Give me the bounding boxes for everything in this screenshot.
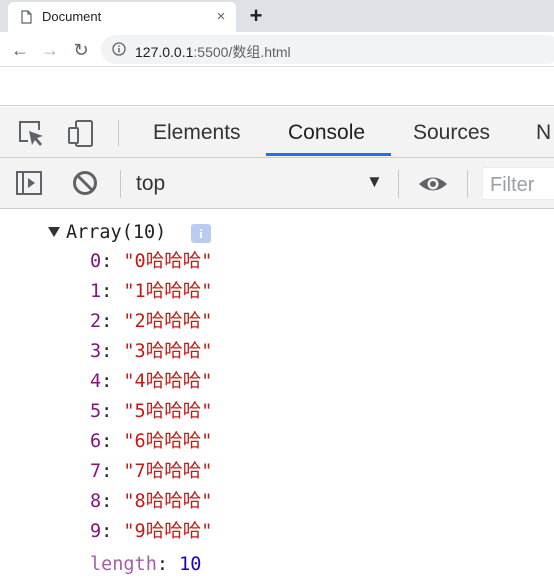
entry-key: 6 [90, 431, 102, 452]
close-tab-icon[interactable]: × [212, 8, 230, 26]
length-value: 10 [179, 554, 202, 575]
device-toolbar-icon[interactable] [67, 119, 95, 147]
url-text: 127.0.0.1:5500/数组.html [135, 42, 291, 62]
entry-value: "2哈哈哈" [123, 311, 213, 332]
entry-value: "4哈哈哈" [123, 371, 213, 392]
array-entry: 6: "6哈哈哈" [90, 431, 213, 452]
entry-value: "1哈哈哈" [123, 281, 213, 302]
filter-placeholder: Filter [490, 174, 535, 196]
array-entry: 2: "2哈哈哈" [90, 311, 213, 332]
entry-key: 8 [90, 491, 102, 512]
forward-button[interactable]: → [39, 39, 61, 61]
console-output: Array(10) i 0: "0哈哈哈" 1: "1哈哈哈" 2: "2哈哈哈… [0, 210, 554, 583]
entry-value: "7哈哈哈" [123, 461, 213, 482]
active-tab-indicator [266, 153, 391, 156]
entry-value: "9哈哈哈" [123, 521, 213, 542]
document-icon [21, 10, 32, 24]
expand-triangle-icon[interactable] [48, 227, 60, 237]
browser-tab[interactable]: Document × [8, 2, 236, 32]
reload-button[interactable]: ↻ [70, 39, 92, 61]
page-viewport [0, 68, 554, 106]
sidebar-toggle-icon[interactable] [15, 169, 43, 197]
back-button[interactable]: ← [9, 39, 31, 61]
toolbar-divider [398, 170, 399, 198]
array-entry: 9: "9哈哈哈" [90, 521, 213, 542]
info-icon[interactable]: i [191, 224, 211, 243]
entry-key: 4 [90, 371, 102, 392]
tab-elements[interactable]: Elements [153, 121, 241, 145]
toolbar-divider [467, 170, 468, 198]
tab-network-truncated[interactable]: N [536, 121, 551, 145]
entry-key: 3 [90, 341, 102, 362]
entry-value: "5哈哈哈" [123, 401, 213, 422]
tab-title: Document [42, 9, 102, 24]
inspect-element-icon[interactable] [17, 119, 45, 147]
entry-value: "6哈哈哈" [123, 431, 213, 452]
array-entry: 5: "5哈哈哈" [90, 401, 213, 422]
array-entry: 8: "8哈哈哈" [90, 491, 213, 512]
array-entry: 4: "4哈哈哈" [90, 371, 213, 392]
length-entry: length: 10 [90, 554, 202, 575]
entry-value: "8哈哈哈" [123, 491, 213, 512]
url-path: :5500/数组.html [193, 44, 291, 60]
address-bar[interactable]: 127.0.0.1:5500/数组.html [101, 35, 554, 64]
chevron-down-icon[interactable]: ▼ [366, 172, 383, 192]
tab-console[interactable]: Console [288, 121, 365, 145]
site-info-icon[interactable] [112, 42, 126, 56]
array-entry: 0: "0哈哈哈" [90, 251, 213, 272]
eye-icon[interactable] [418, 170, 448, 198]
entry-key: 0 [90, 251, 102, 272]
array-entry: 1: "1哈哈哈" [90, 281, 213, 302]
entry-key: 2 [90, 311, 102, 332]
filter-input[interactable]: Filter [482, 167, 554, 200]
entry-value: "3哈哈哈" [123, 341, 213, 362]
context-selector[interactable]: top [136, 172, 165, 196]
clear-console-icon[interactable] [71, 169, 99, 197]
console-toolbar: top ▼ Filter [0, 158, 554, 209]
tab-strip: Document × + [0, 0, 554, 32]
entry-key: 1 [90, 281, 102, 302]
toolbar-divider [118, 120, 119, 146]
new-tab-button[interactable]: + [243, 4, 269, 30]
entry-key: 9 [90, 521, 102, 542]
entry-value: "0哈哈哈" [123, 251, 213, 272]
entry-key: 7 [90, 461, 102, 482]
entry-key: 5 [90, 401, 102, 422]
array-entry: 7: "7哈哈哈" [90, 461, 213, 482]
array-entry: 3: "3哈哈哈" [90, 341, 213, 362]
length-key: length [90, 554, 157, 575]
array-header[interactable]: Array(10) [66, 222, 166, 243]
browser-toolbar: ← → ↻ 127.0.0.1:5500/数组.html [0, 32, 554, 67]
url-host: 127.0.0.1 [135, 44, 194, 60]
tab-sources[interactable]: Sources [413, 121, 490, 145]
devtools-tabbar: Elements Console Sources N [0, 107, 554, 158]
toolbar-divider [120, 170, 121, 198]
